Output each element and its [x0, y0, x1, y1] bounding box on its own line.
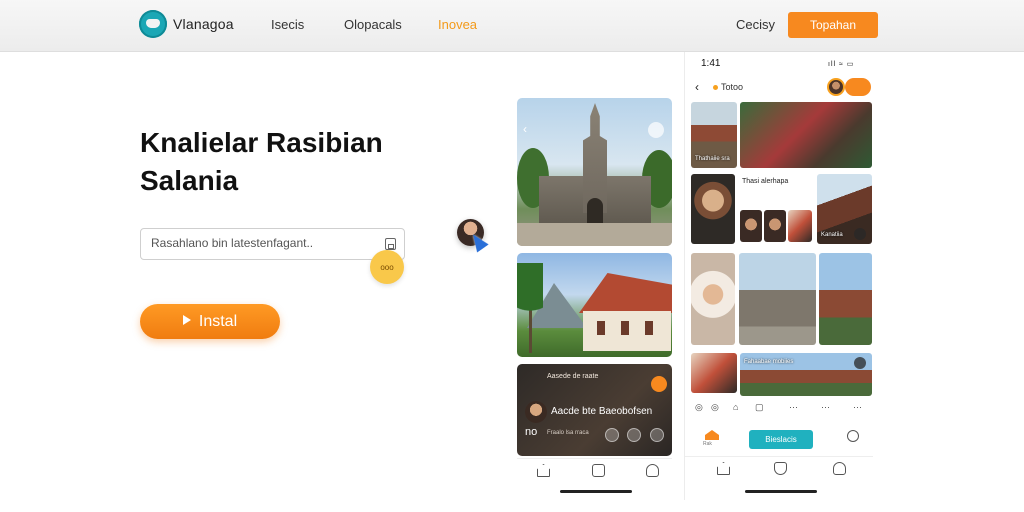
- card-meta: no: [525, 426, 538, 438]
- gallery-tile[interactable]: [739, 253, 816, 345]
- control-icon[interactable]: [605, 428, 619, 442]
- back-chevron-icon[interactable]: ‹: [695, 80, 699, 94]
- tile-label: Thathaiie sra: [695, 156, 730, 162]
- card-caption: Aasede de raate: [547, 373, 599, 380]
- smile-icon[interactable]: [847, 430, 859, 442]
- feed-card-video[interactable]: Aasede de raate Aacde bte Baeobofsen no …: [517, 364, 672, 456]
- options-icon[interactable]: [648, 122, 664, 138]
- status-icons: ıll ≈ ▭: [828, 61, 855, 68]
- install-label: Instal: [198, 312, 238, 330]
- tile-label: Thasi alerhapa: [742, 178, 789, 185]
- action-icon[interactable]: ▢: [755, 402, 764, 413]
- play-icon: [182, 314, 191, 325]
- search-box[interactable]: [140, 228, 405, 260]
- phone-mockup-feed: ‹ Aasede de raate Aacde bte Baeobofsen n…: [515, 98, 674, 498]
- brand[interactable]: Vlanagoa: [139, 10, 234, 38]
- nav-item-inovea[interactable]: Inovea: [438, 17, 477, 32]
- home-label: Rak: [703, 441, 712, 447]
- orange-action-icon[interactable]: [651, 376, 667, 392]
- thumbnail: [764, 210, 786, 242]
- device-icon[interactable]: [385, 238, 396, 250]
- home-indicator: [560, 490, 632, 493]
- shield-icon[interactable]: [774, 462, 787, 475]
- user-icon[interactable]: [833, 462, 846, 475]
- bottom-action-bar: Rak Bieslacis: [685, 424, 873, 450]
- window-shape: [621, 321, 629, 335]
- tile-label: Kanatiia: [821, 232, 843, 238]
- status-time: 1:41: [701, 58, 721, 69]
- square-icon[interactable]: [592, 464, 605, 477]
- thumbnail: [788, 210, 812, 242]
- hero-title-line-2: Salania: [140, 165, 239, 196]
- gallery-tile[interactable]: Fahaabae mobiies: [740, 353, 872, 396]
- home-indicator: [745, 490, 817, 493]
- phone-mockup-gallery: 1:41 ıll ≈ ▭ ‹ Totoo Thathaiie sra Thasi…: [684, 52, 873, 500]
- home-icon[interactable]: [537, 464, 550, 477]
- secondary-nav-button[interactable]: Cecisy: [736, 17, 775, 32]
- gallery-tile[interactable]: [691, 174, 735, 244]
- action-icon[interactable]: ···: [789, 402, 798, 412]
- card-title: Aacde bte Baeobofsen: [551, 406, 653, 417]
- tile-label: Fahaabae mobiies: [744, 359, 794, 365]
- action-icon[interactable]: ◎: [711, 402, 719, 413]
- gallery-tile[interactable]: [691, 353, 737, 393]
- action-icon[interactable]: ···: [821, 402, 830, 412]
- feed-card-house[interactable]: [517, 253, 672, 357]
- primary-cta-button[interactable]: Topahan: [788, 12, 878, 38]
- home-icon[interactable]: [717, 462, 730, 475]
- palm-tree-shape: [517, 263, 543, 353]
- action-icon-row: ◎ ◎ ⌂ ▢ ··· ··· ···: [693, 402, 868, 416]
- gallery-cta-button[interactable]: Bieslacis: [749, 430, 813, 449]
- gallery-tile[interactable]: Kanatiia: [817, 174, 872, 244]
- screen-title: Totoo: [721, 82, 744, 92]
- search-input[interactable]: [151, 236, 376, 250]
- gallery-tile[interactable]: [740, 102, 872, 168]
- action-icon[interactable]: ◎: [695, 402, 703, 413]
- info-icon[interactable]: [854, 357, 866, 369]
- search-badge[interactable]: ooo: [370, 250, 404, 284]
- ground-shape: [517, 223, 672, 246]
- nav-item-olopacals[interactable]: Olopacals: [344, 17, 402, 32]
- profile-avatar[interactable]: [827, 78, 845, 96]
- window-shape: [597, 321, 605, 335]
- control-icon[interactable]: [627, 428, 641, 442]
- more-icon[interactable]: [854, 228, 866, 240]
- window-shape: [645, 321, 653, 335]
- user-icon[interactable]: [646, 464, 659, 477]
- action-icon[interactable]: ⌂: [733, 402, 738, 412]
- app-landing-page: Vlanagoa Isecis Olopacals Inovea Cecisy …: [0, 0, 1024, 512]
- creator-avatar[interactable]: [525, 401, 547, 423]
- gallery-tile[interactable]: Thasi alerhapa: [738, 174, 814, 244]
- top-navigation-bar: Vlanagoa Isecis Olopacals Inovea Cecisy …: [0, 0, 1024, 52]
- home-active-icon[interactable]: [705, 430, 719, 440]
- church-door-shape: [587, 198, 603, 226]
- feed-card-church[interactable]: [517, 98, 672, 246]
- bottom-tab-bar: [685, 456, 873, 480]
- card-subtitle: Fraalo lsa rraca: [547, 430, 589, 436]
- gallery-tile[interactable]: [691, 253, 735, 345]
- hero-title-line-1: Knalielar Rasibian: [140, 127, 383, 158]
- hero-title: Knalielar Rasibian Salania: [140, 124, 440, 200]
- gallery-tile[interactable]: Thathaiie sra: [691, 102, 737, 168]
- thumbnail: [740, 210, 762, 242]
- bottom-tab-bar: [517, 458, 672, 484]
- nav-item-isecis[interactable]: Isecis: [271, 17, 304, 32]
- profile-pill-button[interactable]: [845, 78, 871, 96]
- install-button[interactable]: Instal: [140, 304, 280, 339]
- brand-name: Vlanagoa: [173, 16, 234, 32]
- house-roof-shape: [579, 273, 672, 313]
- chevron-left-icon[interactable]: ‹: [523, 122, 527, 136]
- brand-logo-icon: [139, 10, 167, 38]
- control-icon[interactable]: [650, 428, 664, 442]
- gallery-tile[interactable]: [819, 253, 872, 345]
- location-dot-icon: [713, 85, 718, 90]
- action-icon[interactable]: ···: [853, 402, 862, 412]
